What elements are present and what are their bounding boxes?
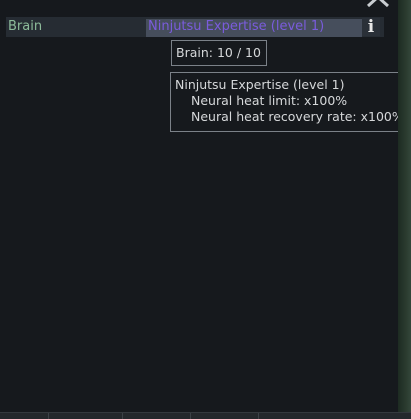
stats-panel: Brain Ninjutsu Expertise (level 1) i Bra… <box>0 0 406 412</box>
tooltip-line-heat-recovery: Neural heat recovery rate: x100% <box>191 109 404 124</box>
stat-value-text: Ninjutsu Expertise (level 1) <box>148 19 325 34</box>
tooltip-stat-value: Brain: 10 / 10 <box>171 40 267 66</box>
tooltip-value-text: Brain: 10 / 10 <box>176 45 261 60</box>
stat-row-brain[interactable]: Brain Ninjutsu Expertise (level 1) <box>6 17 384 37</box>
stat-value-box[interactable]: Ninjutsu Expertise (level 1) <box>146 19 362 37</box>
tab-divider <box>48 413 49 419</box>
map-edge-strip <box>398 0 411 419</box>
tab-divider <box>258 413 259 419</box>
bottom-tab-strip <box>0 412 411 419</box>
tooltip-detail: Ninjutsu Expertise (level 1) Neural heat… <box>170 72 406 132</box>
tooltip-title: Ninjutsu Expertise (level 1) <box>175 77 345 92</box>
tab-divider <box>190 413 191 419</box>
stat-label: Brain <box>8 19 43 34</box>
tab-divider <box>122 413 123 419</box>
info-icon[interactable]: i <box>362 18 380 36</box>
chevron-up-icon[interactable] <box>365 0 391 8</box>
tooltip-line-heat-limit: Neural heat limit: x100% <box>191 93 348 108</box>
